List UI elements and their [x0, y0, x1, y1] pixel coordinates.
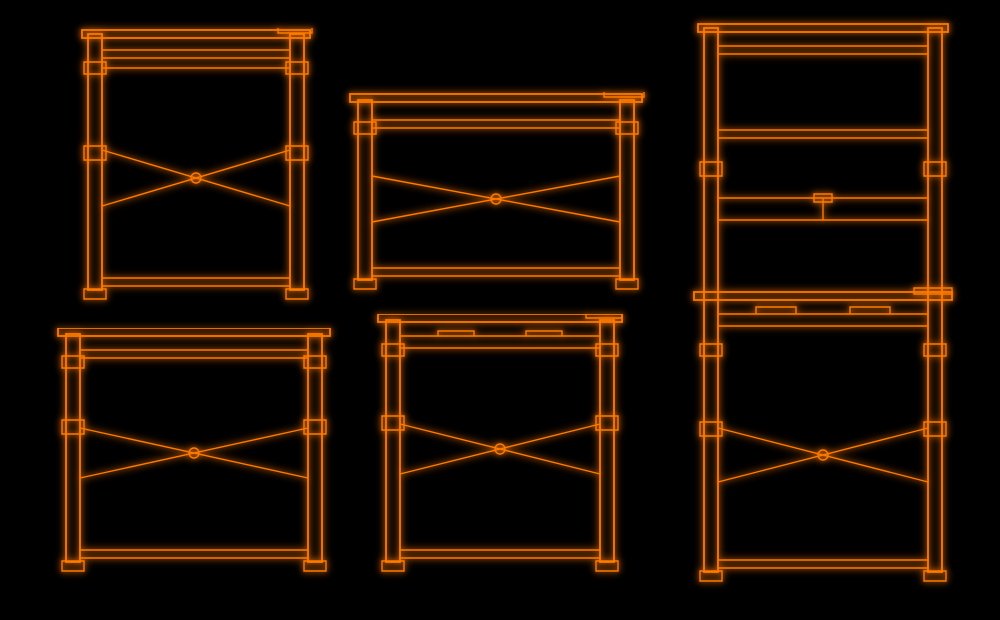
view-b [346, 92, 646, 290]
blueprint-canvas [0, 0, 1000, 620]
view-d [56, 328, 332, 572]
view-a [78, 28, 314, 300]
view-c [692, 22, 954, 582]
view-e [376, 314, 624, 572]
